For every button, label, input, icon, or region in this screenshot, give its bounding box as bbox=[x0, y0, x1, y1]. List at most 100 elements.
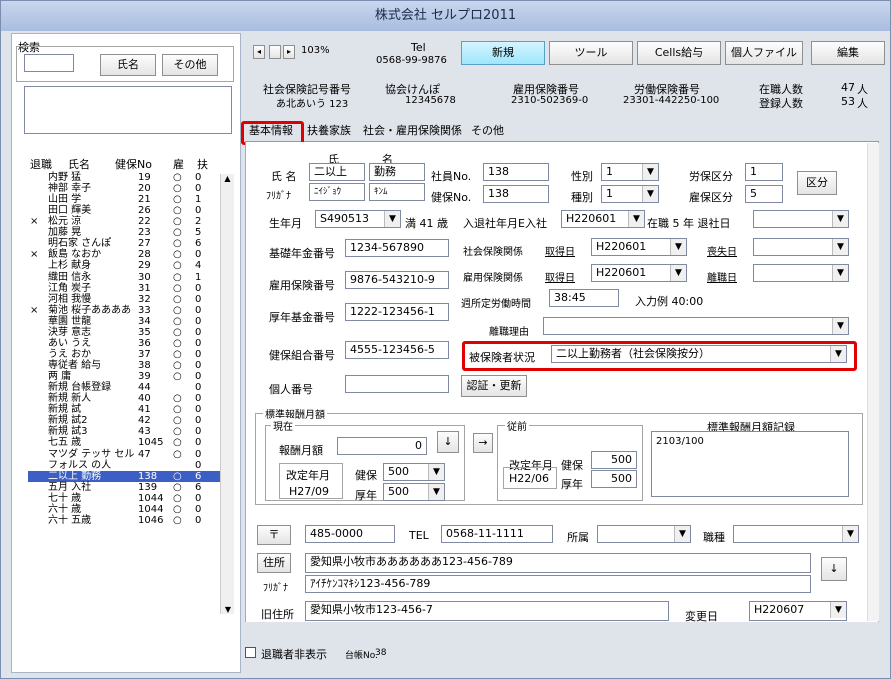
employee-row[interactable]: 上杉 献身 29 ○ 4 bbox=[28, 260, 228, 271]
employee-row[interactable]: あい うえ 36 ○ 0 bbox=[28, 338, 228, 349]
form-scrollbar[interactable] bbox=[867, 143, 879, 621]
monthly-down-arrow-icon[interactable]: ↓ bbox=[437, 431, 459, 453]
address-button[interactable]: 住所 bbox=[257, 553, 291, 573]
emp-no-field[interactable]: 138 bbox=[483, 163, 549, 181]
health-no-field[interactable]: 138 bbox=[483, 185, 549, 203]
pension-field[interactable]: 1234-567890 bbox=[345, 239, 449, 257]
sei-field[interactable]: 二以上 bbox=[309, 163, 365, 181]
salary-record-box[interactable]: 2103/100 bbox=[651, 431, 849, 497]
reason-select[interactable]: ▼ bbox=[543, 317, 849, 335]
monthly-field[interactable]: 0 bbox=[337, 437, 427, 455]
class-button[interactable]: 区分 bbox=[797, 171, 837, 195]
employee-row[interactable]: 明石家 さんぽ 27 ○ 6 bbox=[28, 238, 228, 249]
change-date-select[interactable]: H220607 ▼ bbox=[749, 601, 847, 621]
leave-label[interactable]: 離職日 bbox=[707, 269, 737, 284]
employee-row[interactable]: × 松元 涼 22 ○ 2 bbox=[28, 216, 228, 227]
employee-row[interactable]: 新規 試3 43 ○ 0 bbox=[28, 426, 228, 437]
leave-date-select[interactable]: ▼ bbox=[753, 210, 849, 228]
tab-dependents[interactable]: 扶養家族 bbox=[307, 121, 351, 141]
old-address-field[interactable]: 愛知県小牧市123-456-7 bbox=[305, 601, 669, 621]
union-field[interactable]: 4555-123456-5 bbox=[345, 341, 449, 359]
employee-row[interactable]: 二以上 勤務 138 ○ 6 bbox=[28, 470, 228, 482]
employee-row[interactable]: 内野 猛 19 ○ 0 bbox=[28, 172, 228, 183]
edit-button[interactable]: 編集 bbox=[811, 41, 885, 65]
prev-kosei-field[interactable]: 500 bbox=[591, 470, 637, 488]
address-field[interactable]: 愛知県小牧市ああああああ123-456-789 bbox=[305, 553, 811, 573]
employee-row[interactable]: 決芽 意志 35 ○ 0 bbox=[28, 327, 228, 338]
nav-prev-icon[interactable]: ◂ bbox=[253, 45, 265, 59]
zip-button[interactable]: 〒 bbox=[257, 525, 291, 545]
mynumber-field[interactable] bbox=[345, 375, 449, 393]
cells-salary-button[interactable]: Cells給与 bbox=[637, 41, 721, 65]
acquire-label[interactable]: 取得日 bbox=[545, 243, 575, 258]
employee-row[interactable]: 新規 試2 42 ○ 0 bbox=[28, 415, 228, 426]
zip-field[interactable]: 485-0000 bbox=[305, 525, 395, 543]
employee-row[interactable]: × 飯島 なおか 28 ○ 0 bbox=[28, 249, 228, 260]
scroll-down-icon[interactable]: ▼ bbox=[221, 605, 235, 614]
employee-row[interactable]: 山田 学 21 ○ 1 bbox=[28, 194, 228, 205]
employee-row[interactable]: × 菊池 桜子ああああ 33 ○ 0 bbox=[28, 305, 228, 316]
search-by-name-button[interactable]: 氏名 bbox=[100, 54, 156, 76]
employee-row[interactable]: 加藤 晃 23 ○ 5 bbox=[28, 227, 228, 238]
kenpo-select[interactable]: 500 ▼ bbox=[383, 463, 445, 481]
kana-mei-field[interactable]: ｷﾝﾑ bbox=[369, 183, 425, 201]
employee-row[interactable]: 新規 新人 40 ○ 0 bbox=[28, 393, 228, 404]
nav-next-icon[interactable]: ▸ bbox=[283, 45, 295, 59]
mei-field[interactable]: 勤務 bbox=[369, 163, 425, 181]
employee-row[interactable]: 織田 信永 30 ○ 1 bbox=[28, 272, 228, 283]
join-date-select[interactable]: H220601 ▼ bbox=[561, 210, 645, 228]
employee-row[interactable]: 神部 幸子 20 ○ 0 bbox=[28, 183, 228, 194]
employee-row[interactable]: 六十 歳 1044 ○ 0 bbox=[28, 504, 228, 515]
employee-row[interactable]: マツダ テッサ セル 47 ○ 0 bbox=[28, 449, 228, 460]
employee-row[interactable]: 専従者 給与 38 ○ 0 bbox=[28, 360, 228, 371]
birth-select[interactable]: S490513 ▼ bbox=[315, 210, 401, 228]
prev-kenpo-field[interactable]: 500 bbox=[591, 451, 637, 469]
job-select[interactable]: ▼ bbox=[733, 525, 859, 543]
personal-file-button[interactable]: 個人ファイル bbox=[725, 41, 803, 65]
copy-to-prev-arrow-icon[interactable]: → bbox=[473, 433, 493, 453]
search-other-button[interactable]: その他 bbox=[162, 54, 218, 76]
lose-date-select[interactable]: ▼ bbox=[753, 238, 849, 256]
certify-button[interactable]: 認証・更新 bbox=[461, 375, 527, 397]
employee-row[interactable]: 七十 歳 1044 ○ 0 bbox=[28, 493, 228, 504]
kosei-select[interactable]: 500 ▼ bbox=[383, 483, 445, 501]
lose-label[interactable]: 喪失日 bbox=[707, 243, 737, 258]
scroll-up-icon[interactable]: ▲ bbox=[221, 174, 234, 183]
acquire-date-select[interactable]: H220601 ▼ bbox=[591, 238, 687, 256]
employee-row[interactable]: 田口 輝美 26 ○ 0 bbox=[28, 205, 228, 216]
dept-select[interactable]: ▼ bbox=[597, 525, 691, 543]
new-button[interactable]: 新規 bbox=[461, 41, 545, 65]
employ-class-field[interactable]: 5 bbox=[745, 185, 783, 203]
address-tel-field[interactable]: 0568-11-1111 bbox=[441, 525, 553, 543]
hide-retired-checkbox[interactable] bbox=[245, 647, 256, 658]
search-result-box[interactable] bbox=[24, 86, 232, 134]
address-copy-down-arrow-icon[interactable]: ↓ bbox=[821, 557, 847, 581]
kind-select[interactable]: 1 ▼ bbox=[601, 185, 659, 203]
employee-row[interactable]: 華園 世龍 34 ○ 0 bbox=[28, 316, 228, 327]
welfare-field[interactable]: 1222-123456-1 bbox=[345, 303, 449, 321]
employee-row[interactable]: 河相 我慢 32 ○ 0 bbox=[28, 294, 228, 305]
employee-row[interactable]: うえ おか 37 ○ 0 bbox=[28, 349, 228, 360]
employ-no-field[interactable]: 9876-543210-9 bbox=[345, 271, 449, 289]
employee-row[interactable]: 两 庸 39 ○ 0 bbox=[28, 371, 228, 382]
employ-acquire-label[interactable]: 取得日 bbox=[545, 269, 575, 284]
sex-select[interactable]: 1 ▼ bbox=[601, 163, 659, 181]
kana-sei-field[interactable]: ﾆｲｼﾞｮｳ bbox=[309, 183, 365, 201]
search-input[interactable] bbox=[24, 54, 74, 72]
employee-row[interactable]: 新規 台帳登録 44 0 bbox=[28, 382, 228, 393]
address-kana-field[interactable]: ｱｲﾁｹﾝｺﾏｷｼ123-456-789 bbox=[305, 575, 811, 593]
employee-list-scrollbar[interactable]: ▲ ▼ bbox=[220, 174, 234, 614]
labor-class-field[interactable]: 1 bbox=[745, 163, 783, 181]
employee-row[interactable]: 五月 入社 139 ○ 6 bbox=[28, 482, 228, 493]
employee-row[interactable]: 江角 炭子 31 ○ 0 bbox=[28, 283, 228, 294]
employ-acquire-select[interactable]: H220601 ▼ bbox=[591, 264, 687, 282]
employee-row[interactable]: 六十 五歳 1046 ○ 0 bbox=[28, 515, 228, 526]
employ-leave-select[interactable]: ▼ bbox=[753, 264, 849, 282]
nav-blank-button[interactable] bbox=[269, 45, 281, 59]
tab-insurance[interactable]: 社会・雇用保険関係 bbox=[363, 121, 462, 141]
tools-button[interactable]: ツール bbox=[549, 41, 633, 65]
employee-row[interactable]: 七五 歳 1045 ○ 0 bbox=[28, 437, 228, 448]
employee-row[interactable]: 新規 試 41 ○ 0 bbox=[28, 404, 228, 415]
employee-list[interactable]: 内野 猛 19 ○ 0 神部 幸子 20 ○ 0 山田 学 21 ○ 1 田口 輝美 26 ○ 0 × 松元 涼2… bbox=[28, 172, 228, 526]
weekly-hours-field[interactable]: 38:45 bbox=[549, 289, 619, 307]
